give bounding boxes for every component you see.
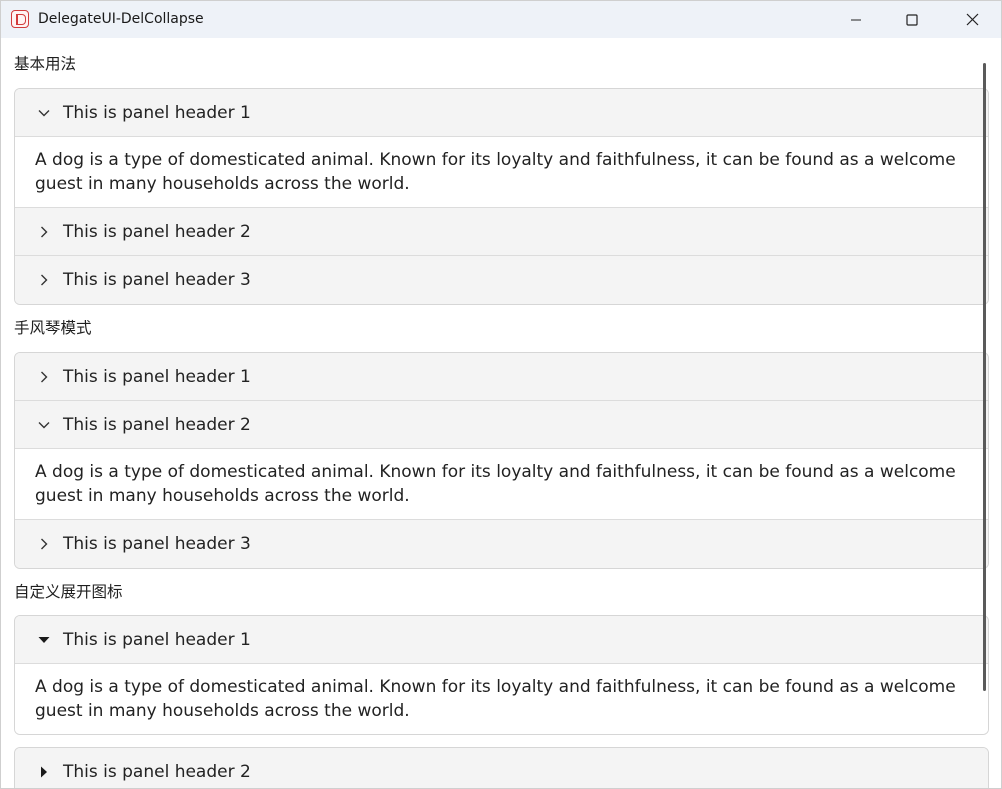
caret-right-icon xyxy=(36,764,52,780)
panel-header[interactable]: This is panel header 1 xyxy=(15,616,988,664)
collapse-accordion: This is panel header 1 This is panel hea… xyxy=(14,352,989,569)
chevron-right-icon xyxy=(36,272,52,288)
panel-content: A dog is a type of domesticated animal. … xyxy=(15,137,988,208)
panel-header-label: This is panel header 2 xyxy=(63,221,251,242)
panel-content: A dog is a type of domesticated animal. … xyxy=(15,449,988,520)
caret-down-icon xyxy=(36,632,52,648)
close-button[interactable] xyxy=(949,1,995,38)
chevron-right-icon xyxy=(36,536,52,552)
panel-header[interactable]: This is panel header 3 xyxy=(15,256,988,304)
scroll-content[interactable]: 基本用法 This is panel header 1 A dog is a t… xyxy=(1,38,1001,788)
app-window: DelegateUI-DelCollapse 基本用法 This is pane… xyxy=(0,0,1002,789)
panel-header-label: This is panel header 3 xyxy=(63,534,251,554)
section-title-accordion: 手风琴模式 xyxy=(14,319,92,337)
panel-header-label: This is panel header 2 xyxy=(63,762,251,782)
close-icon xyxy=(966,13,978,26)
panel-header[interactable]: This is panel header 2 xyxy=(15,208,988,256)
panel-content: A dog is a type of domesticated animal. … xyxy=(15,664,988,734)
panel-header[interactable]: This is panel header 2 xyxy=(15,401,988,449)
panel-header[interactable]: This is panel header 1 xyxy=(15,353,988,401)
panel-header-label: This is panel header 2 xyxy=(63,414,251,435)
minimize-button[interactable] xyxy=(833,1,879,38)
section-title-custom-icon: 自定义展开图标 xyxy=(14,583,123,601)
maximize-icon xyxy=(906,13,918,26)
minimize-icon xyxy=(851,19,861,20)
app-logo-icon xyxy=(11,10,29,28)
panel-header-label: This is panel header 1 xyxy=(63,102,251,123)
window-title: DelegateUI-DelCollapse xyxy=(38,11,204,27)
chevron-down-icon xyxy=(36,105,52,121)
panel-header[interactable]: This is panel header 3 xyxy=(15,520,988,568)
chevron-right-icon xyxy=(36,224,52,240)
section-title-basic: 基本用法 xyxy=(14,55,77,73)
chevron-down-icon xyxy=(36,417,52,433)
title-bar[interactable]: DelegateUI-DelCollapse xyxy=(1,1,1001,38)
panel-header-label: This is panel header 1 xyxy=(63,629,251,650)
panel-header-label: This is panel header 1 xyxy=(63,366,251,387)
collapse-basic: This is panel header 1 A dog is a type o… xyxy=(14,88,989,305)
collapse-custom-icon-2: This is panel header 2 xyxy=(14,747,989,788)
panel-header[interactable]: This is panel header 1 xyxy=(15,89,988,137)
vertical-scrollbar[interactable] xyxy=(983,63,986,691)
collapse-custom-icon-1: This is panel header 1 A dog is a type o… xyxy=(14,615,989,735)
maximize-button[interactable] xyxy=(889,1,935,38)
chevron-right-icon xyxy=(36,369,52,385)
panel-header-label: This is panel header 3 xyxy=(63,270,251,290)
panel-header[interactable]: This is panel header 2 xyxy=(15,748,988,788)
